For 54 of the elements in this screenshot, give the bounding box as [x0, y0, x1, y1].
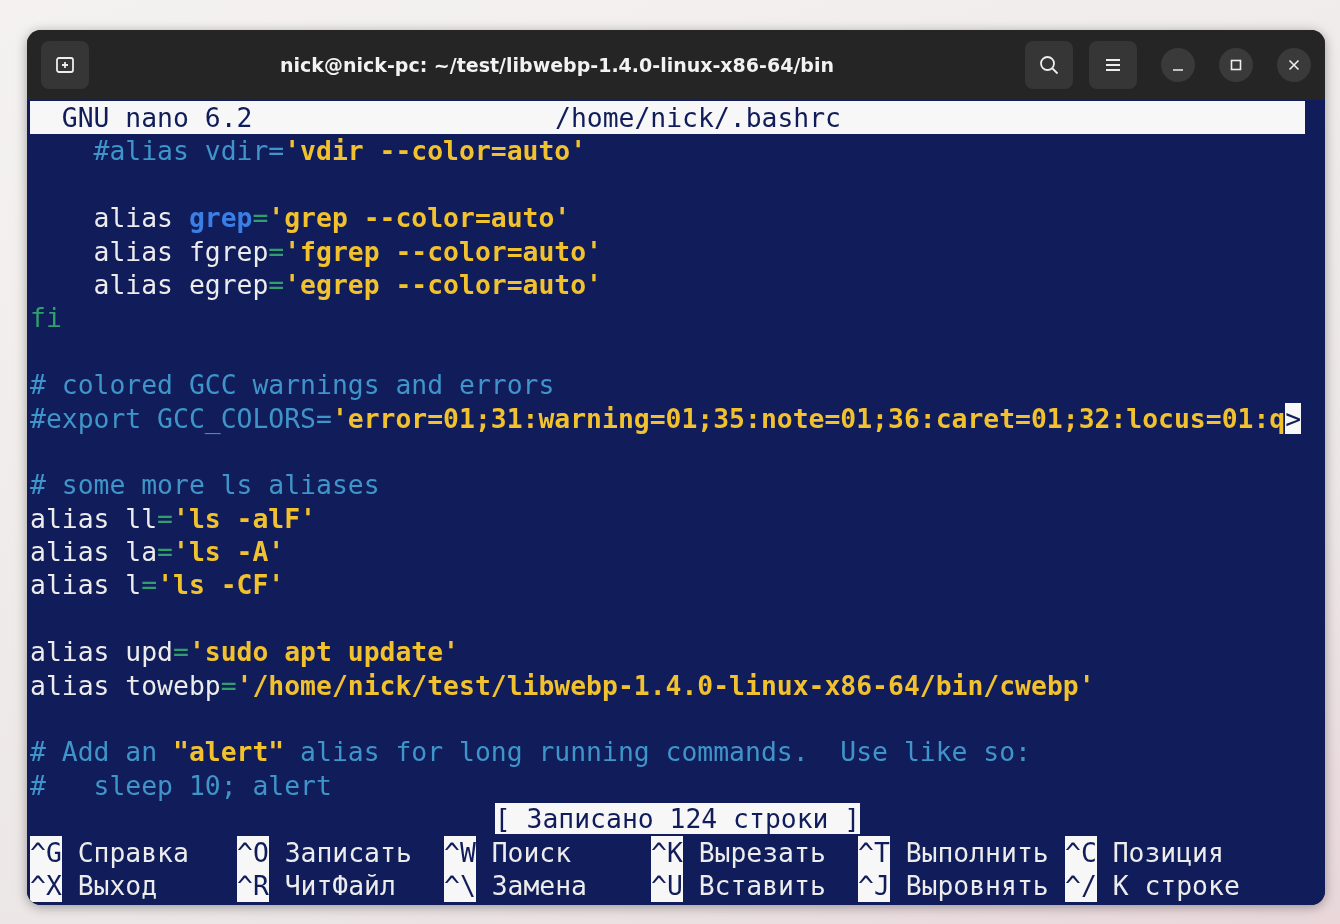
code-line: alias ll='ls -alF'	[30, 501, 317, 536]
shortcut-key: ^K	[651, 835, 683, 869]
shortcut-label: Вставить	[697, 869, 826, 903]
shortcut-label: К строке	[1111, 869, 1240, 903]
comment-line: # some more ls aliases	[30, 468, 381, 502]
new-tab-icon	[54, 54, 76, 76]
shortcut-label: Выход	[76, 869, 158, 903]
code-line: alias towebp='/home/nick/test/libwebp-1.4.0-linux-x86-64/bin/cwebp'	[30, 668, 1096, 703]
shortcut-key: ^\	[444, 869, 476, 903]
maximize-button[interactable]	[1219, 48, 1253, 82]
shortcut-key: ^W	[444, 835, 476, 869]
shortcut-key: ^/	[1065, 869, 1097, 903]
shortcut-label: Вырезать	[697, 835, 826, 869]
code-line: alias grep='grep --color=auto'	[92, 201, 572, 235]
code-line: alias fgrep='fgrep --color=auto'	[92, 234, 603, 268]
shortcut-label: Замена	[490, 869, 587, 903]
shortcut-key: ^C	[1065, 835, 1097, 869]
code-line: alias la='ls -A'	[30, 535, 286, 569]
close-icon	[1288, 59, 1300, 71]
minimize-icon	[1173, 68, 1183, 71]
comment-line: # colored GCC warnings and errors	[30, 368, 556, 402]
comment-line: #alias vdir='vdir --color=auto'	[92, 134, 588, 168]
shortcut-key: ^J	[858, 869, 890, 903]
code-line: alias l='ls -CF'	[30, 568, 286, 602]
shortcut-key: ^G	[30, 835, 62, 869]
shortcut-label: Позиция	[1111, 835, 1224, 869]
file-name: /home/nick/.bashrc	[555, 101, 841, 135]
shortcut-key: ^U	[651, 869, 683, 903]
comment-line: # Add an "alert" alias for long running commands. Use like so:	[30, 735, 1032, 769]
new-tab-button[interactable]	[41, 41, 89, 89]
window-title: nick@nick-pc: ~/test/libwebp-1.4.0-linux-x86-64/bin	[280, 53, 834, 76]
close-button[interactable]	[1277, 48, 1311, 82]
maximize-icon	[1230, 59, 1242, 71]
menu-button[interactable]	[1089, 41, 1137, 89]
comment-line: # sleep 10; alert	[30, 768, 333, 803]
comment-line: #export GCC_COLORS='error=01;31:warning=01;35:note=01;36:caret=01;32:locus=01:q>	[30, 401, 1303, 435]
shortcut-key: ^X	[30, 869, 62, 903]
code-line: fi	[30, 301, 63, 335]
shortcut-key: ^T	[858, 835, 890, 869]
shortcut-label: Поиск	[490, 835, 572, 869]
code-line: alias egrep='egrep --color=auto'	[92, 267, 603, 302]
shortcut-label: ЧитФайл	[283, 869, 396, 903]
menu-icon	[1104, 57, 1122, 73]
shortcut-label: Выполнить	[904, 835, 1049, 869]
shortcut-label: Выровнять	[904, 869, 1049, 903]
shortcut-key: ^O	[237, 835, 269, 869]
search-button[interactable]	[1025, 41, 1073, 89]
shortcut-label: Справка	[76, 835, 189, 869]
status-message: [ Записано 124 строки ]	[494, 803, 861, 835]
shortcut-label: Записать	[283, 835, 412, 869]
search-icon	[1038, 54, 1060, 76]
code-line: alias upd='sudo apt update'	[30, 635, 460, 669]
shortcut-key: ^R	[237, 869, 269, 903]
editor-version: GNU nano 6.2	[60, 102, 253, 133]
